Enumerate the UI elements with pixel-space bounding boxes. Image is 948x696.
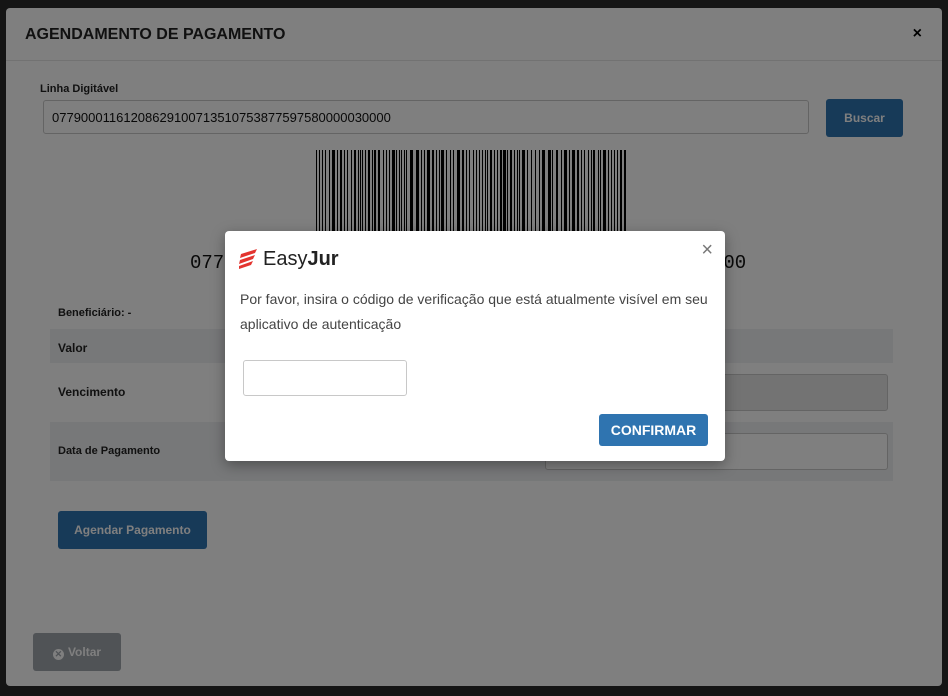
confirm-button[interactable]: CONFIRMAR: [599, 414, 708, 446]
easyjur-logo-text: EasyJur: [263, 248, 339, 271]
easyjur-logo: EasyJur: [239, 246, 359, 272]
brand-jur: Jur: [307, 248, 339, 270]
verification-code-input[interactable]: [243, 360, 407, 396]
verification-message: Por favor, insira o código de verificaçã…: [240, 291, 708, 332]
dialog-close-icon[interactable]: ×: [701, 239, 713, 262]
verification-dialog: EasyJur × Por favor, insira o código de …: [225, 231, 725, 461]
brand-easy: Easy: [263, 248, 308, 270]
easyjur-logo-icon: [239, 249, 257, 269]
